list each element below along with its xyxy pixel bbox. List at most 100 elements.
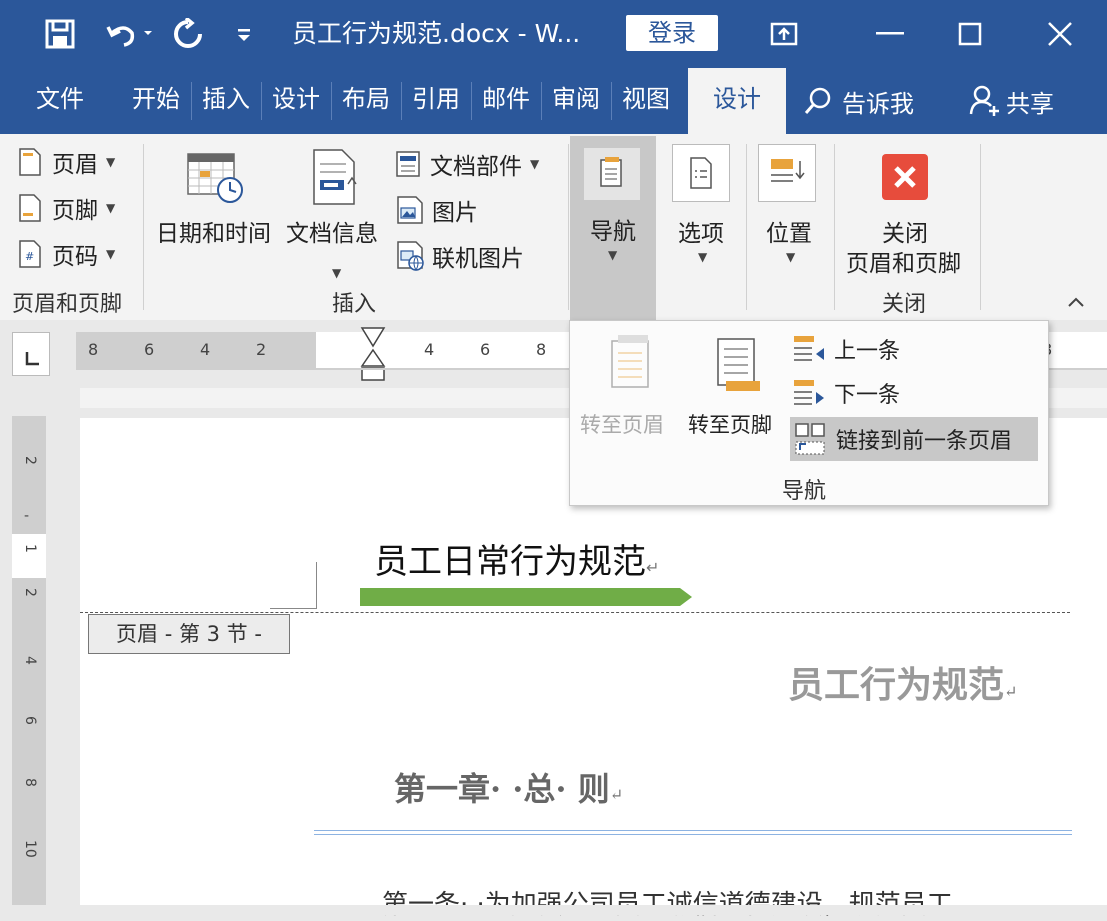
tab-mailings[interactable]: 邮件 [472,68,540,132]
date-time-button[interactable]: 日期和时间 [156,148,278,258]
footer-dropdown-icon: ▼ [106,201,116,215]
document-info-icon [312,148,358,210]
options-dropdown-icon: ▼ [698,250,708,264]
first-article-text[interactable]: 第一条· ·为加强公司员工诚信道德建设，规范员工 [382,884,953,921]
vruler-number: 4 [22,656,38,665]
chapter-heading-text: 第一章· ·总· 则 [394,770,610,808]
close-icon[interactable] [1040,14,1080,54]
header-page-icon [18,148,42,176]
tab-insert[interactable]: 插入 [192,68,260,132]
vruler-tick: - [24,508,30,524]
footer-button[interactable]: 页脚 ▼ [18,192,115,224]
tab-layout[interactable]: 布局 [332,68,400,132]
go-to-header-icon [608,335,654,395]
document-info-button[interactable]: 文档信息 ▼ [284,148,384,280]
tab-home[interactable]: 开始 [122,68,190,132]
navigation-label: 导航 [590,219,636,245]
vruler-number: 10 [22,840,38,858]
minimize-icon[interactable] [870,14,910,54]
quick-parts-label: 文档部件 [430,154,522,180]
tab-references[interactable]: 引用 [402,68,470,132]
go-to-header-button[interactable]: 转至页眉 [578,331,682,437]
go-to-footer-button[interactable]: 转至页脚 [686,331,790,437]
navigation-icon [584,148,640,200]
header-boundary-line [80,612,1070,613]
navigation-dropdown: 转至页眉 转至页脚 上一条 下一条 链接到前一条页眉 导航 [569,320,1049,506]
document-info-label: 文档信息 [286,221,378,247]
maximize-icon[interactable] [950,14,990,54]
position-button[interactable]: 位置 ▼ [752,138,832,278]
share-label: 共享 [1006,89,1054,118]
share-button[interactable]: 共享 [968,82,1054,120]
document-title: 员工行为规范.docx - W... [292,19,581,48]
link-to-previous-button[interactable]: 链接到前一条页眉 [790,417,1038,461]
navigation-button[interactable]: 导航 ▼ [570,136,656,320]
close-label-line1: 关闭 [882,221,928,247]
footer-page-icon [18,194,42,222]
page-number-dropdown-icon: ▼ [106,247,116,261]
ruler-number: 6 [144,340,155,359]
chapter-underline [314,830,1072,835]
date-time-label: 日期和时间 [156,221,271,247]
options-icon [672,144,730,202]
header-title[interactable]: 员工日常行为规范↵ [374,534,659,583]
close-header-footer-button[interactable]: 关闭 页眉和页脚 [842,148,972,278]
chapter-heading[interactable]: 第一章· ·总· 则↵ [394,764,623,810]
header-footer-group-label: 页眉和页脚 [12,292,123,317]
previous-icon [792,334,826,364]
navigation-group-label: 导航 [782,479,827,504]
header-section-tag: 页眉 - 第 3 节 - [88,614,290,654]
go-to-footer-icon [714,335,762,399]
tell-me-label: 告诉我 [842,89,914,118]
quick-parts-dropdown-icon: ▼ [530,157,540,171]
tab-selector[interactable] [12,332,50,376]
vruler-number: 1 [22,544,38,553]
page-number-label: 页码 [52,244,98,270]
calendar-clock-icon [186,150,246,210]
green-arrow-bar [360,588,692,606]
header-button[interactable]: 页眉 ▼ [18,146,115,178]
vruler-number: 2 [22,456,38,465]
go-to-header-label: 转至页眉 [580,413,664,437]
close-red-x-icon [882,154,928,200]
quick-parts-button[interactable]: 文档部件 ▼ [396,148,539,180]
login-button[interactable]: 登录 [626,15,718,51]
redo-icon[interactable] [170,14,206,54]
ruler-number: 4 [424,340,435,359]
tell-me-search[interactable]: 告诉我 [804,82,914,120]
close-group-label: 关闭 [882,292,927,317]
link-to-previous-icon [794,422,828,456]
online-picture-button[interactable]: 联机图片 [396,240,524,272]
vruler-number: 2 [22,588,38,597]
doc-title[interactable]: 员工行为规范↵ [788,656,1017,708]
tab-review[interactable]: 审阅 [542,68,610,132]
header-title-text: 员工日常行为规范 [374,542,646,582]
indent-marker[interactable] [360,326,386,388]
tab-design-doc[interactable]: 设计 [262,68,330,132]
ruler-number: 4 [200,340,211,359]
previous-section-button[interactable]: 上一条 [792,331,900,367]
next-section-button[interactable]: 下一条 [792,375,900,411]
customize-qat-icon[interactable] [230,14,258,54]
footer-label: 页脚 [52,198,98,224]
tab-file[interactable]: 文件 [22,68,98,132]
options-label: 选项 [678,221,724,247]
collapse-ribbon-icon[interactable] [1066,294,1086,313]
picture-button[interactable]: 图片 [396,194,478,226]
picture-icon [396,196,426,224]
vertical-ruler[interactable]: 2 - 1 2 4 6 8 10 [12,416,46,915]
tab-header-footer-design[interactable]: 设计 [688,68,786,134]
ruler-number: 6 [480,340,491,359]
ribbon-display-options-icon[interactable] [764,14,804,54]
options-button[interactable]: 选项 ▼ [664,138,744,278]
header-dropdown-icon: ▼ [106,155,116,169]
tab-view[interactable]: 视图 [612,68,680,132]
undo-icon[interactable] [100,14,156,54]
paragraph-mark-icon: ↵ [609,785,624,804]
svg-text:#: # [25,250,34,263]
ribbon-tabs: 文件 开始 插入 设计 布局 引用 邮件 审阅 视图 设计 告诉我 共享 [0,68,1107,134]
online-picture-label: 联机图片 [432,246,524,272]
title-bar: 员工行为规范.docx - W... 登录 [0,0,1107,68]
save-icon[interactable] [40,14,80,54]
page-number-button[interactable]: # 页码 ▼ [18,238,115,270]
